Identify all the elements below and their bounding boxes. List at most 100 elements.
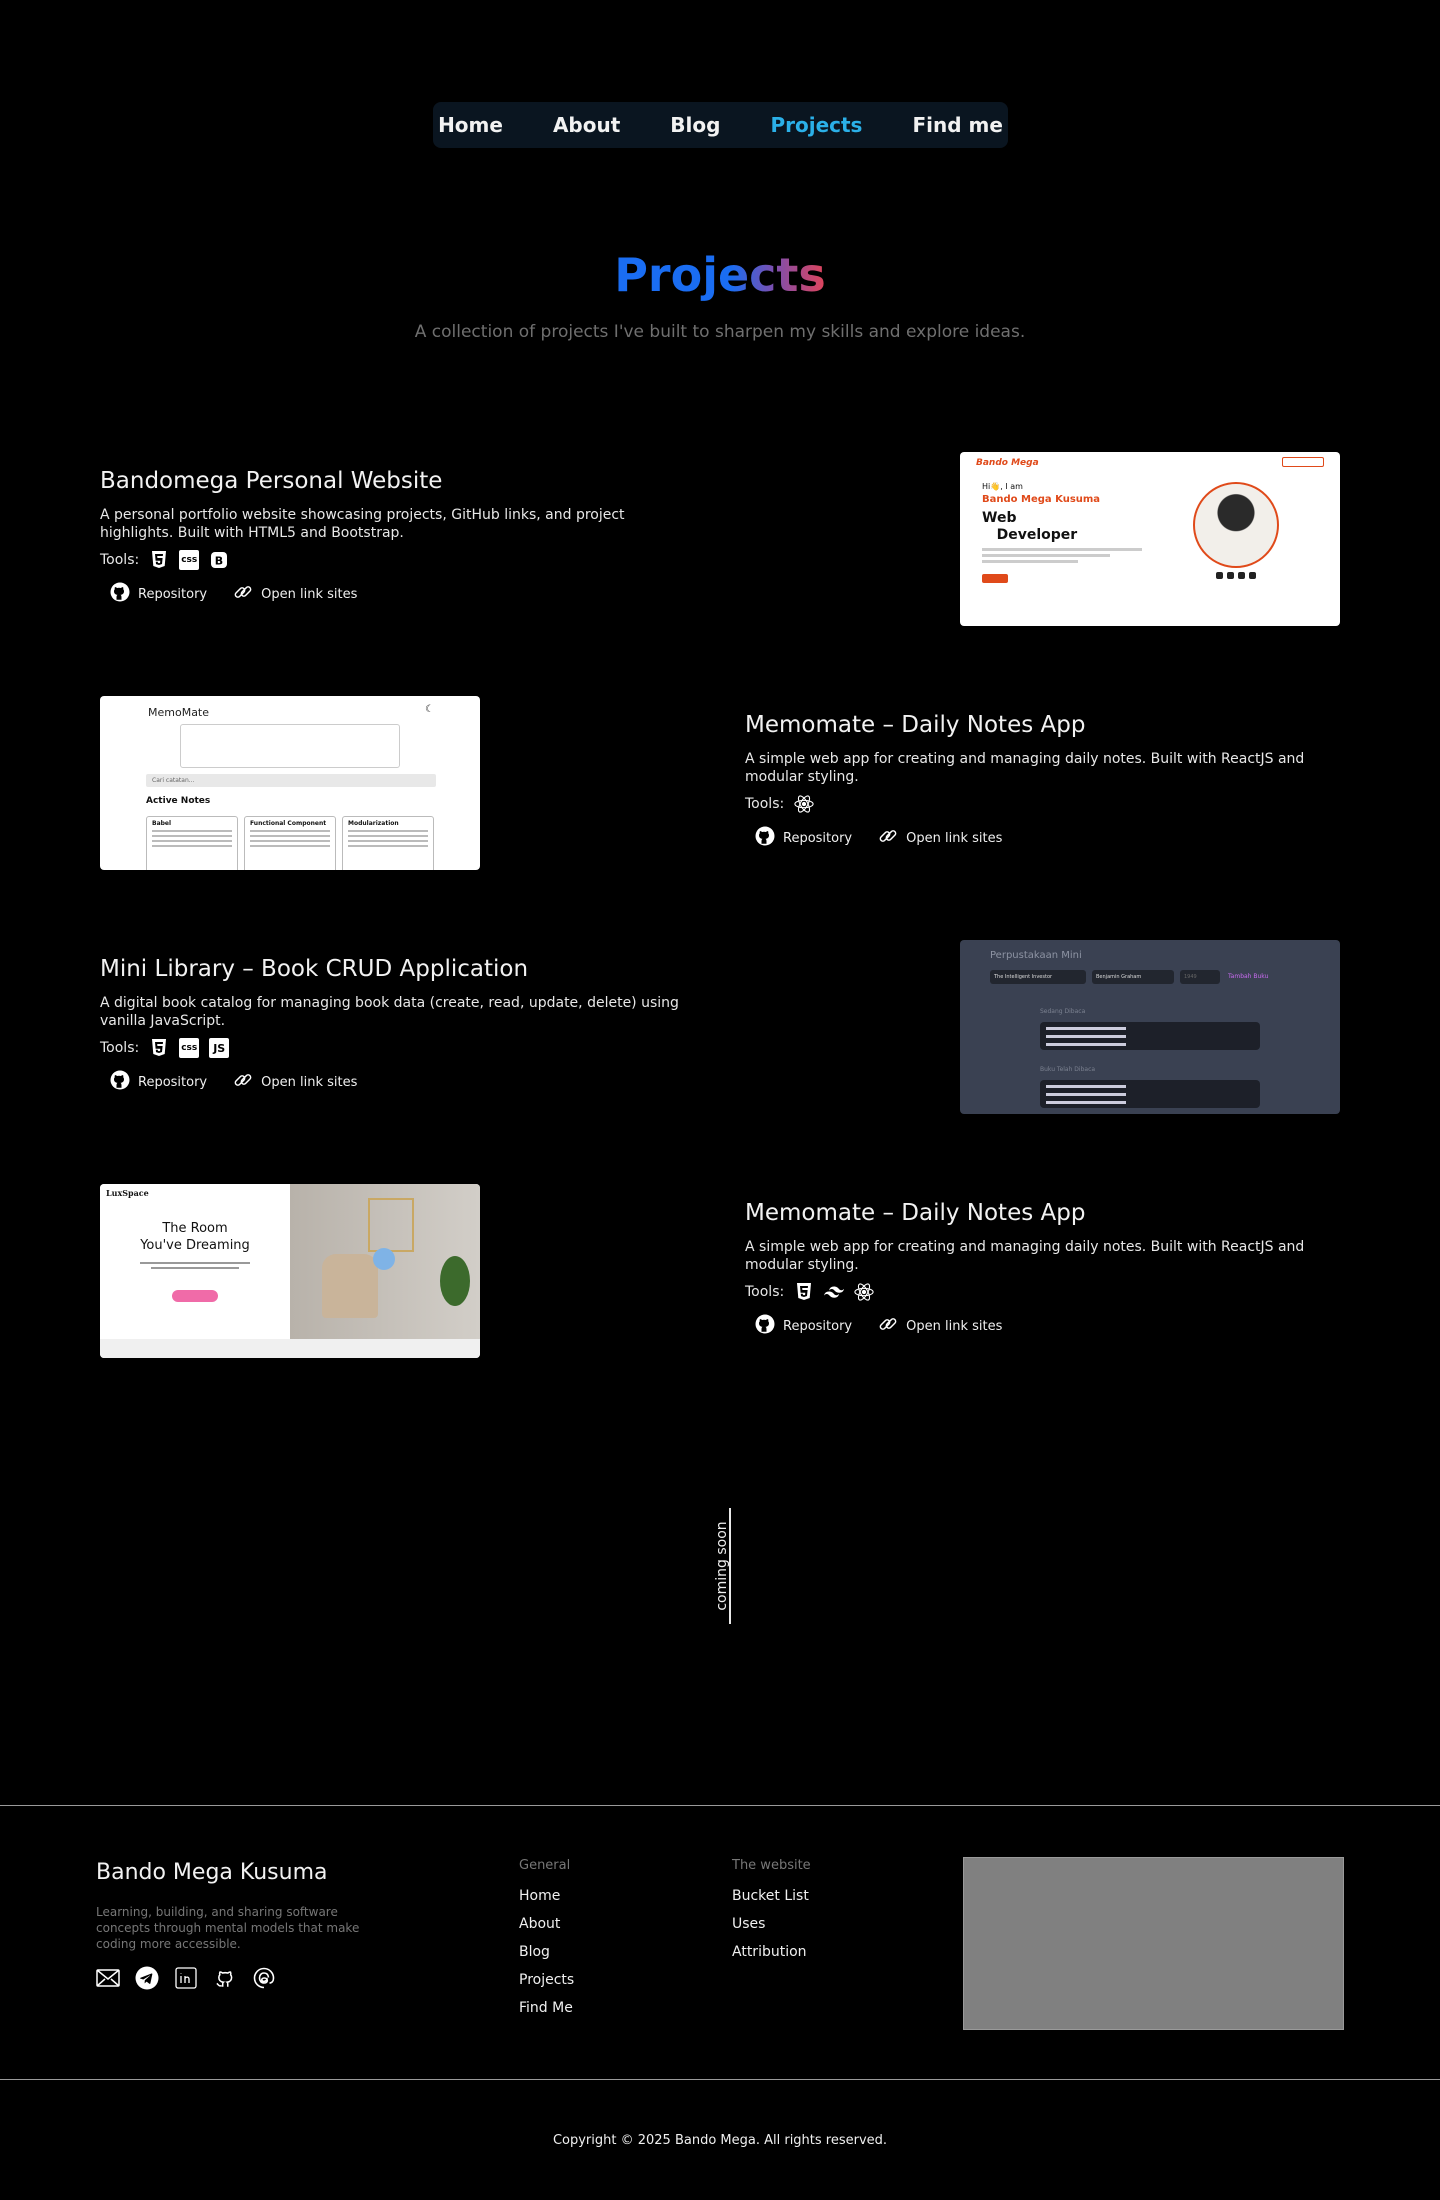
repository-link[interactable]: Repository: [755, 1314, 852, 1338]
js-icon: JS: [209, 1038, 230, 1058]
nav-blog[interactable]: Blog: [670, 113, 720, 137]
react-icon: [854, 1282, 874, 1302]
project-card-3: Mini Library – Book CRUD Application A d…: [100, 940, 1440, 1120]
project-title: Memomate – Daily Notes App: [745, 712, 1086, 738]
projects-page: Home About Blog Projects Find me Project…: [0, 0, 1440, 2200]
copyright: Copyright © 2025 Bando Mega. All rights …: [552, 2133, 888, 2148]
github-icon: [110, 1070, 130, 1094]
html5-icon: [149, 550, 169, 570]
repository-link[interactable]: Repository: [110, 582, 207, 606]
repository-label: Repository: [783, 1318, 853, 1334]
preview-input: Benjamin Graham: [1092, 970, 1174, 984]
open-site-label: Open link sites: [906, 1318, 1003, 1334]
preview-row: [1040, 1022, 1260, 1050]
preview-card: Modularization: [342, 816, 434, 870]
project-tools: Tools:: [745, 1282, 1345, 1302]
nav-find-me[interactable]: Find me: [912, 113, 1002, 137]
svg-text:B: B: [215, 555, 223, 568]
project-card-2: MemoMate ☾ Cari catatan... Active Notes …: [100, 696, 1440, 876]
link-icon: [878, 1314, 898, 1338]
footer-link-projects[interactable]: Projects: [519, 1971, 574, 1989]
avatar: [1193, 482, 1279, 568]
repository-link[interactable]: Repository: [755, 826, 852, 850]
project-screenshot[interactable]: MemoMate ☾ Cari catatan... Active Notes …: [100, 696, 480, 870]
play-icon: [373, 1248, 395, 1270]
preview-social-icons: [1216, 572, 1256, 579]
preview-text-lines: [140, 1262, 250, 1272]
footer-link-blog[interactable]: Blog: [519, 1943, 574, 1961]
open-site-link[interactable]: Open link sites: [878, 1314, 1002, 1338]
project-card-1: Bandomega Personal Website A personal po…: [100, 452, 1440, 632]
preview-section-title: Active Notes: [146, 796, 211, 806]
footer-general-heading: General: [519, 1858, 571, 1873]
footer-general-column: General Home About Blog Projects Find Me: [519, 1858, 574, 2027]
footer-link-uses[interactable]: Uses: [732, 1915, 811, 1933]
repository-link[interactable]: Repository: [110, 1070, 207, 1094]
preview-cta: [982, 574, 1008, 583]
nav-projects[interactable]: Projects: [770, 113, 862, 137]
project-tools: Tools: css JS: [100, 1038, 700, 1058]
linkedin-icon[interactable]: [174, 1966, 198, 1990]
project-screenshot[interactable]: Bando Mega Hi👋, I am Bando Mega Kusuma W…: [960, 452, 1340, 626]
project-description: A digital book catalog for managing book…: [100, 995, 679, 1029]
preview-add-button: Tambah Buku: [1228, 973, 1269, 980]
mail-icon[interactable]: [96, 1966, 120, 1990]
project-screenshot[interactable]: Perpustakaan Mini The Intelligent Invest…: [960, 940, 1340, 1114]
page-subtitle: A collection of projects I've built to s…: [414, 322, 1026, 342]
link-icon: [878, 826, 898, 850]
preview-input: 1949: [1180, 970, 1220, 984]
open-site-label: Open link sites: [261, 586, 358, 602]
open-site-link[interactable]: Open link sites: [878, 826, 1002, 850]
footer-link-attribution[interactable]: Attribution: [732, 1943, 811, 1961]
footer-link-find-me[interactable]: Find Me: [519, 1999, 574, 2017]
github-icon[interactable]: [213, 1966, 237, 1990]
project-title: Mini Library – Book CRUD Application: [100, 956, 529, 982]
project-screenshot[interactable]: LuxSpace The Room You've Dreaming: [100, 1184, 480, 1358]
project-card-4: LuxSpace The Room You've Dreaming Memomat…: [100, 1184, 1440, 1364]
project-description: A simple web app for creating and managi…: [745, 751, 1305, 785]
github-icon: [755, 826, 775, 850]
link-icon: [233, 1070, 253, 1094]
tools-label: Tools:: [100, 552, 140, 568]
project-description: A simple web app for creating and managi…: [745, 1239, 1305, 1273]
css-icon: css: [179, 1038, 200, 1058]
preview-text-lines: [982, 548, 1142, 566]
preview-input: The Intelligent Investor: [990, 970, 1086, 984]
project-title: Bandomega Personal Website: [100, 468, 443, 494]
preview-name: Bando Mega Kusuma: [982, 494, 1101, 505]
footer-socials: [96, 1966, 276, 1990]
react-icon: [794, 794, 814, 814]
preview-title: Perpustakaan Mini: [990, 950, 1082, 961]
nav-about[interactable]: About: [553, 113, 620, 137]
preview-row: [1040, 1080, 1260, 1108]
footer-image-placeholder: [963, 1857, 1344, 2030]
preview-card: Babel: [146, 816, 238, 870]
tools-label: Tools:: [100, 1040, 140, 1056]
open-site-link[interactable]: Open link sites: [233, 1070, 357, 1094]
preview-card: Functional Component: [244, 816, 336, 870]
preview-label: Sedang Dibaca: [1040, 1008, 1086, 1015]
telegram-icon[interactable]: [135, 1966, 159, 1990]
project-tools: Tools:: [745, 794, 1345, 814]
css-icon: css: [179, 550, 200, 570]
preview-cta: [172, 1290, 218, 1302]
project-links: Repository Open link sites: [755, 1314, 1345, 1338]
preview-greeting: Hi👋, I am: [982, 482, 1023, 491]
project-info: Mini Library – Book CRUD Application A d…: [100, 956, 700, 1094]
tools-label: Tools:: [745, 796, 785, 812]
github-icon: [110, 582, 130, 606]
open-site-link[interactable]: Open link sites: [233, 582, 357, 606]
threads-icon[interactable]: [252, 1966, 276, 1990]
footer-name: Bando Mega Kusuma: [96, 1860, 328, 1885]
footer-link-about[interactable]: About: [519, 1915, 574, 1933]
project-description: A personal portfolio website showcasing …: [100, 507, 625, 541]
preview-bottom-bar: [100, 1339, 480, 1358]
coming-soon-label: coming soon: [714, 1521, 730, 1611]
footer-link-bucket-list[interactable]: Bucket List: [732, 1887, 811, 1905]
open-site-label: Open link sites: [261, 1074, 358, 1090]
footer-link-home[interactable]: Home: [519, 1887, 574, 1905]
nav-home[interactable]: Home: [438, 113, 503, 137]
project-tools: Tools: css B: [100, 550, 700, 570]
repository-label: Repository: [138, 1074, 208, 1090]
preview-search: Cari catatan...: [146, 774, 436, 787]
